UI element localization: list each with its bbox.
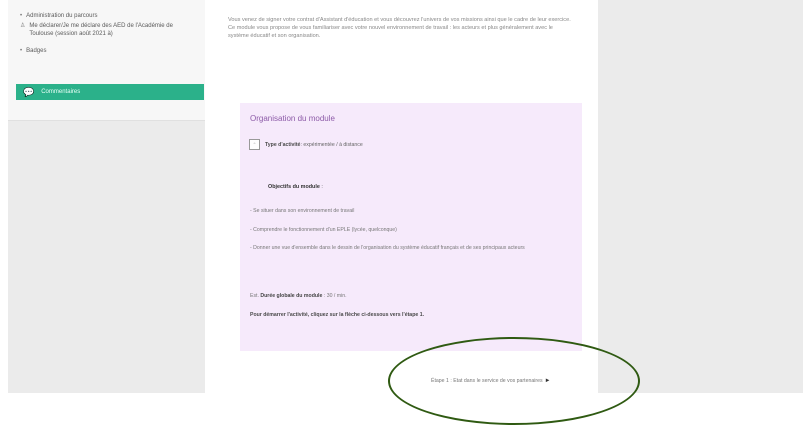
comment-icon: 💬 — [23, 86, 35, 97]
arrow-right-icon: ► — [544, 378, 551, 384]
next-step-label: Étape 1 : Etat dans le service de vos pa… — [431, 378, 543, 384]
nav-item-declare-aed[interactable]: ♙ Me déclarer/Je me déclare des AED de l… — [20, 22, 198, 38]
right-panel — [598, 0, 803, 393]
duration-label: Durée globale du module — [260, 293, 323, 299]
activity-type-icon: ▫ — [249, 139, 260, 150]
course-navigation: • Administration du parcours ♙ Me déclar… — [8, 0, 205, 121]
module-title: Organisation du module — [250, 114, 335, 123]
comments-button[interactable]: 💬 Commentaires — [16, 84, 204, 100]
nav-item-badges[interactable]: • Badges — [20, 47, 198, 55]
objective-item: - Donner une vue d'ensemble dans le dess… — [250, 245, 525, 251]
objective-item: - Se situer dans son environnement de tr… — [250, 208, 355, 214]
left-sidebar: • Administration du parcours ♙ Me déclar… — [8, 0, 205, 393]
bullet-icon: • — [20, 13, 23, 19]
user-icon: ♙ — [20, 23, 26, 29]
nav-item-label: Badges — [26, 48, 47, 54]
nav-item-label: Me déclarer/Je me déclare des AED de l'A… — [29, 23, 173, 37]
objective-item: - Comprendre le fonctionnement d'un EPLE… — [250, 227, 397, 233]
main-content: Vous venez de signer votre contrat d'Ass… — [228, 0, 590, 393]
start-instruction: Pour démarrer l'activité, cliquez sur la… — [250, 312, 425, 318]
nav-item-label: Administration du parcours — [26, 13, 98, 19]
nav-item-administration[interactable]: • Administration du parcours — [20, 12, 198, 20]
bullet-icon: • — [20, 48, 23, 54]
next-step-link[interactable]: Étape 1 : Etat dans le service de vos pa… — [431, 378, 551, 384]
intro-paragraph: Vous venez de signer votre contrat d'Ass… — [228, 17, 571, 39]
activity-type-row: ▫ Type d'activité: expérimentée / à dist… — [249, 139, 363, 150]
module-organization-box: Organisation du module ▫ Type d'activité… — [240, 103, 582, 351]
module-duration: Est. Durée globale du module : 30 / min. — [250, 293, 347, 299]
comments-label: Commentaires — [41, 89, 81, 95]
activity-type-value: : expérimentée / à distance — [300, 141, 363, 148]
objectives-heading: Objectifs du module : — [268, 184, 323, 190]
duration-value: : 30 / min. — [322, 293, 347, 299]
activity-type-label: Type d'activité — [265, 141, 301, 148]
